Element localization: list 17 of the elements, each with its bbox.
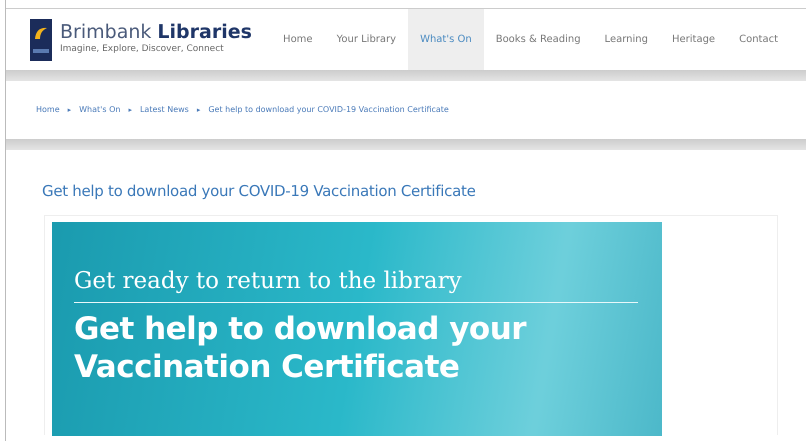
nav-link[interactable]: Contact: [727, 9, 790, 70]
banner-kicker: Get ready to return to the library: [74, 264, 638, 303]
breadcrumb-link[interactable]: Get help to download your COVID-19 Vaccination Certificate: [208, 104, 449, 116]
banner-headline: Get help to download your Vaccination Certificate: [74, 311, 528, 387]
nav-link[interactable]: Books & Reading: [484, 9, 593, 70]
nav-link[interactable]: Learning: [592, 9, 660, 70]
breadcrumb-link[interactable]: Latest News: [140, 104, 189, 116]
nav-link[interactable]: Your Library: [324, 9, 408, 70]
breadcrumb-link[interactable]: Home: [36, 104, 60, 116]
nav-link[interactable]: Heritage: [660, 9, 728, 70]
library-logo-icon[interactable]: [30, 18, 52, 60]
site-tagline: Imagine, Explore, Discover, Connect: [60, 43, 225, 56]
breadcrumb-link[interactable]: What's On: [79, 104, 120, 116]
site-name: Brimbank Libraries: [60, 22, 252, 44]
nav-link[interactable]: Home: [271, 9, 325, 70]
page-title: Get help to download your COVID-19 Vaccination Certificate: [42, 181, 477, 202]
nav-link[interactable]: What's On: [408, 9, 484, 70]
